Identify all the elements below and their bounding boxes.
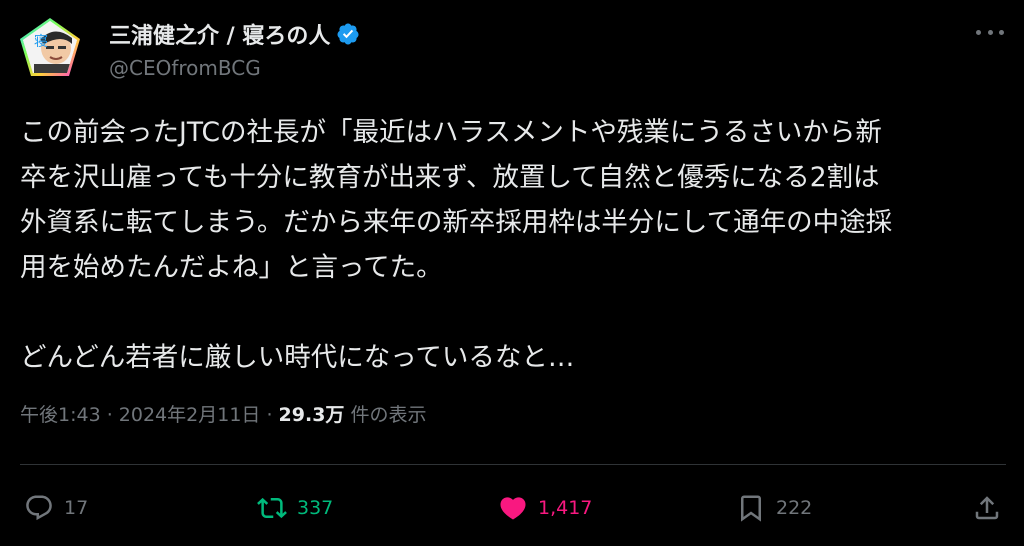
- share-icon: [975, 496, 999, 520]
- like-button[interactable]: 1,417: [498, 486, 592, 530]
- meta-separator: ·: [100, 404, 119, 426]
- bookmark-button[interactable]: 222: [736, 486, 812, 530]
- tweet-line: この前会ったJTCの社長が「最近はハラスメントや残業にうるさいから新: [20, 117, 882, 148]
- share-button[interactable]: [972, 486, 1002, 530]
- tweet-meta: 午後1:43 · 2024年2月11日 · 29.3万 件の表示: [20, 400, 426, 427]
- tweet-line: 卒を沢山雇っても十分に教育が出来ず、放置して自然と優秀になる2割は: [20, 162, 880, 193]
- reply-count: 17: [64, 497, 89, 519]
- avatar-image: 寝: [20, 18, 80, 76]
- tweet-line: 用を始めたんだよね」と言ってた。: [20, 252, 443, 283]
- like-icon: [500, 497, 526, 520]
- more-dot: [999, 29, 1004, 35]
- views-label: 件の表示: [344, 404, 427, 426]
- tweet-line: どんどん若者に厳しい時代になっているなと…: [20, 342, 575, 373]
- tweet-time[interactable]: 午後1:43: [20, 404, 101, 426]
- author-display-name[interactable]: 三浦健之介 / 寝ろの人: [109, 18, 360, 50]
- tweet-text: この前会ったJTCの社長が「最近はハラスメントや残業にうるさいから新 卒を沢山雇…: [20, 110, 1010, 380]
- like-count: 1,417: [538, 497, 593, 519]
- verified-badge-icon: [336, 22, 360, 46]
- more-dot: [987, 29, 993, 35]
- retweet-count: 337: [297, 497, 334, 519]
- meta-separator: ·: [260, 404, 279, 426]
- retweet-button[interactable]: 337: [257, 486, 333, 530]
- views-count: 29.3万: [278, 404, 345, 426]
- tweet-date[interactable]: 2024年2月11日: [119, 404, 261, 426]
- bookmark-count: 222: [776, 497, 813, 519]
- retweet-icon: [257, 497, 287, 519]
- tweet-line: 外資系に転てしまう。だから来年の新卒採用枠は半分にして通年の中途採: [20, 207, 893, 238]
- avatar[interactable]: 寝: [18, 16, 82, 80]
- divider: [20, 464, 1006, 465]
- author-handle[interactable]: @CEOfromBCG: [109, 56, 261, 80]
- bookmark-icon: [741, 495, 761, 522]
- action-bar: 17 337 1,417 222: [0, 486, 1024, 530]
- reply-icon: [26, 495, 52, 521]
- more-icon[interactable]: [976, 22, 1004, 42]
- reply-button[interactable]: 17: [24, 486, 88, 530]
- more-dot: [976, 29, 981, 35]
- avatar-badge-char: 寝: [34, 33, 48, 50]
- display-name-text[interactable]: 三浦健之介 / 寝ろの人: [109, 18, 330, 50]
